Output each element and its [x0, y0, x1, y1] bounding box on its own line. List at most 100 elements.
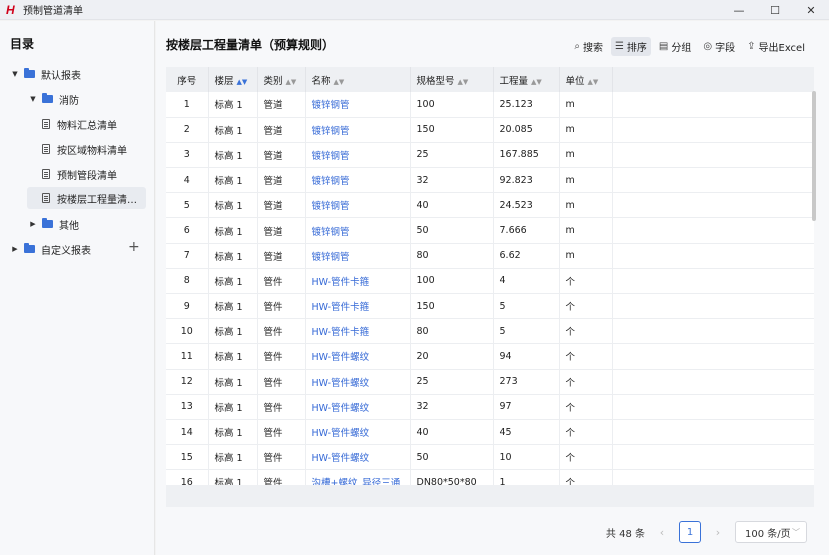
sort-icon[interactable]: ▲▼ [588, 78, 599, 86]
table-row[interactable]: 12 标高 1 管件 HW-管件螺纹 25 273 个 [166, 369, 814, 395]
tree-item-label: 其他 [59, 220, 79, 232]
tree-item-material-summary[interactable]: 物料汇总清单 [40, 113, 117, 135]
table-cell: 20 [410, 343, 494, 370]
maximize-button[interactable]: ☐ [757, 0, 793, 20]
tree-item-default-reports[interactable]: ▼ 默认报表 [10, 63, 81, 85]
folder-icon [42, 218, 53, 228]
pagination: 共 48 条 ‹ 1 › 100 条/页 ﹀ [606, 521, 807, 543]
close-button[interactable]: ✕ [793, 0, 829, 20]
item-name-link[interactable]: 镀锌钢管 [305, 167, 411, 194]
table-cell: 45 [493, 419, 560, 446]
field-button[interactable]: ◎ 字段 [699, 37, 739, 56]
column-header[interactable]: 名称 ▲▼ [305, 67, 411, 92]
table-row[interactable]: 15 标高 1 管件 HW-管件螺纹 50 10 个 [166, 444, 814, 471]
table-row[interactable]: 10 标高 1 管件 HW-管件卡箍 80 5 个 [166, 318, 814, 345]
caret-right-icon[interactable]: ▶ [10, 245, 20, 253]
next-page-icon[interactable]: › [711, 526, 725, 539]
table-cell: 管道 [257, 167, 306, 194]
item-name-link[interactable]: HW-管件卡箍 [305, 268, 411, 295]
sort-icon[interactable]: ▲▼ [286, 78, 297, 86]
minimize-button[interactable]: — [721, 0, 757, 20]
tree-item-label: 预制管段清单 [57, 170, 117, 182]
tree-item-area-material[interactable]: 按区域物料清单 [40, 138, 127, 160]
table-cell: 1 [166, 92, 209, 118]
column-header[interactable]: 类别 ▲▼ [257, 67, 306, 92]
item-name-link[interactable]: 镀锌钢管 [305, 92, 411, 118]
table-cell-filler [612, 92, 814, 118]
table-row[interactable]: 11 标高 1 管件 HW-管件螺纹 20 94 个 [166, 343, 814, 370]
table-cell: 5 [166, 192, 209, 219]
item-name-link[interactable]: HW-管件螺纹 [305, 343, 411, 370]
table-row[interactable]: 2 标高 1 管道 镀锌钢管 150 20.085 m [166, 117, 814, 143]
table-row[interactable]: 14 标高 1 管件 HW-管件螺纹 40 45 个 [166, 419, 814, 446]
search-button[interactable]: ⌕ 搜索 [570, 37, 607, 56]
table-row[interactable]: 9 标高 1 管件 HW-管件卡箍 150 5 个 [166, 293, 814, 320]
tree-item-fire[interactable]: ▼ 消防 [28, 88, 79, 110]
column-header[interactable]: 规格型号 ▲▼ [410, 67, 494, 92]
table-cell-filler [612, 217, 814, 244]
sort-button[interactable]: ☰ 排序 [610, 37, 651, 56]
window-title: 预制管道清单 [23, 6, 83, 17]
table-cell: 管件 [257, 293, 306, 320]
item-name-link[interactable]: HW-管件卡箍 [305, 318, 411, 345]
table-cell-filler [612, 394, 814, 420]
item-name-link[interactable]: 镀锌钢管 [305, 217, 411, 244]
item-name-link[interactable]: HW-管件螺纹 [305, 419, 411, 446]
table-cell: 80 [410, 243, 494, 269]
caret-right-icon[interactable]: ▶ [28, 220, 38, 228]
table-row[interactable]: 5 标高 1 管道 镀锌钢管 40 24.523 m [166, 192, 814, 219]
sort-icon[interactable]: ▲▼ [458, 78, 469, 86]
table-summary-bar [166, 485, 814, 507]
table-row[interactable]: 3 标高 1 管道 镀锌钢管 25 167.885 m [166, 142, 814, 169]
sort-icon[interactable]: ▲▼ [237, 78, 248, 86]
table-row[interactable]: 8 标高 1 管件 HW-管件卡箍 100 4 个 [166, 268, 814, 295]
item-name-link[interactable]: HW-管件螺纹 [305, 369, 411, 395]
table-cell: 管道 [257, 142, 306, 169]
table-cell: 9 [166, 293, 209, 320]
item-name-link[interactable]: HW-管件螺纹 [305, 394, 411, 420]
table-cell: m [559, 167, 613, 194]
tree-item-custom-reports[interactable]: ▶ 自定义报表 [10, 238, 91, 260]
caret-down-icon[interactable]: ▼ [10, 70, 20, 78]
table-row[interactable]: 13 标高 1 管件 HW-管件螺纹 32 97 个 [166, 394, 814, 420]
table-row[interactable]: 1 标高 1 管道 镀锌钢管 100 25.123 m [166, 92, 814, 118]
item-name-link[interactable]: 镀锌钢管 [305, 192, 411, 219]
table-row[interactable]: 7 标高 1 管道 镀锌钢管 80 6.62 m [166, 243, 814, 269]
column-header[interactable]: 楼层 ▲▼ [208, 67, 258, 92]
caret-down-icon[interactable]: ▼ [28, 95, 38, 103]
table-cell: m [559, 243, 613, 269]
group-button[interactable]: ▤ 分组 [655, 37, 695, 56]
group-icon: ▤ [658, 41, 669, 52]
table-cell-filler [612, 293, 814, 320]
column-header[interactable]: 序号 [166, 67, 209, 92]
table-cell: 管件 [257, 343, 306, 370]
item-name-link[interactable]: HW-管件卡箍 [305, 293, 411, 320]
tree-item-prefab-pipe[interactable]: 预制管段清单 [40, 163, 117, 185]
item-name-link[interactable]: 镀锌钢管 [305, 117, 411, 143]
table-row[interactable]: 6 标高 1 管道 镀锌钢管 50 7.666 m [166, 217, 814, 244]
column-header[interactable]: 工程量 ▲▼ [493, 67, 560, 92]
table-cell: 个 [559, 369, 613, 395]
page-button[interactable]: 1 [679, 521, 701, 543]
table-row[interactable]: 4 标高 1 管道 镀锌钢管 32 92.823 m [166, 167, 814, 194]
export-excel-button[interactable]: ⇪ 导出Excel [743, 37, 809, 56]
tree-item-other[interactable]: ▶ 其他 [28, 213, 79, 235]
item-name-link[interactable]: HW-管件螺纹 [305, 444, 411, 471]
tree-item-label: 按区域物料清单 [57, 145, 127, 157]
prev-page-icon[interactable]: ‹ [655, 526, 669, 539]
tree-item-floor-quantity[interactable]: 按楼层工程量清… [27, 187, 146, 209]
table-cell: 10 [493, 444, 560, 471]
page-size-select[interactable]: 100 条/页 ﹀ [735, 521, 807, 543]
item-name-link[interactable]: 镀锌钢管 [305, 142, 411, 169]
table-cell: 97 [493, 394, 560, 420]
add-report-button[interactable]: + [128, 239, 140, 255]
table-cell: 25 [410, 369, 494, 395]
item-name-link[interactable]: 镀锌钢管 [305, 243, 411, 269]
table-scrollbar[interactable] [812, 91, 816, 221]
column-header[interactable]: 单位 ▲▼ [559, 67, 613, 92]
sort-icon[interactable]: ▲▼ [531, 78, 542, 86]
table-cell: 25 [410, 142, 494, 169]
table-cell: 管件 [257, 394, 306, 420]
sort-icon[interactable]: ▲▼ [334, 78, 345, 86]
tree-item-label: 自定义报表 [41, 245, 91, 257]
